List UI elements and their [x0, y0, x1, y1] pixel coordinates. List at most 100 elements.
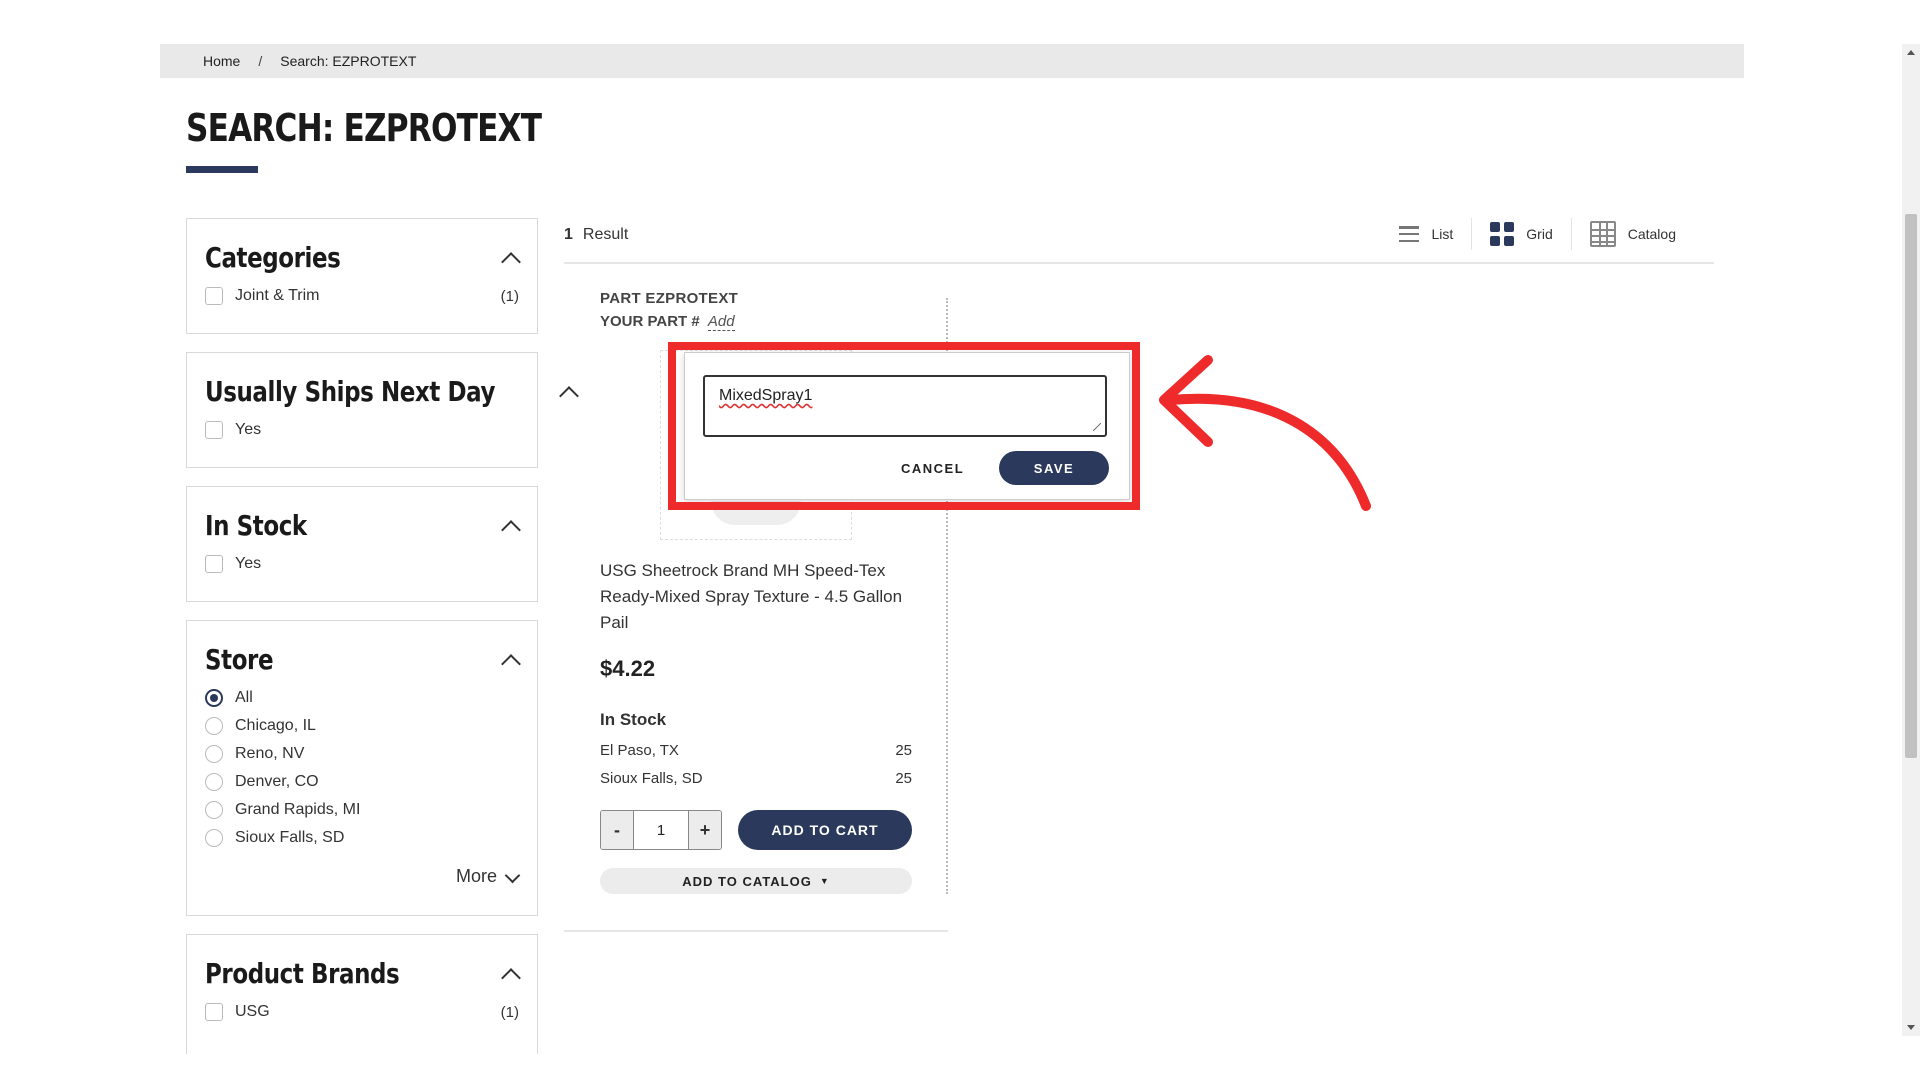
increment-button[interactable]: +	[689, 811, 721, 849]
facet-option-label: Joint & Trim	[235, 287, 320, 304]
facet-in-stock: In Stock Yes	[186, 486, 538, 602]
radio[interactable]	[205, 829, 223, 847]
stock-title: In Stock	[600, 710, 667, 729]
chevron-down-icon	[505, 870, 519, 884]
facet-instock-header[interactable]: In Stock	[187, 487, 537, 542]
view-list-button[interactable]: List	[1381, 218, 1471, 250]
scrollbar-thumb[interactable]	[1905, 214, 1917, 758]
more-label: More	[455, 866, 497, 886]
breadcrumb-home-link[interactable]: Home	[203, 53, 240, 69]
table-icon	[1589, 221, 1616, 247]
radio[interactable]	[205, 717, 223, 735]
store-option-label: Grand Rapids, MI	[235, 801, 361, 818]
vertical-scrollbar[interactable]	[1902, 44, 1920, 1036]
your-part-number: YOUR PART # Add	[600, 313, 912, 331]
list-icon	[1399, 226, 1420, 242]
facet-categories: Categories Joint & Trim (1)	[186, 218, 538, 334]
breadcrumb: Home / Search: EZPROTEXT	[160, 44, 1744, 78]
quantity-input[interactable]: 1	[633, 811, 689, 849]
facet-ships-header[interactable]: Usually Ships Next Day	[187, 353, 537, 408]
store-option-sioux-falls[interactable]: Sioux Falls, SD	[187, 824, 537, 852]
chevron-up-icon[interactable]	[501, 249, 519, 267]
facet-ships-title: Usually Ships Next Day	[205, 375, 496, 408]
add-to-catalog-button[interactable]: ADD TO CATALOG ▼	[600, 868, 912, 894]
grid-icon	[1490, 222, 1515, 246]
facet-store: Store All Chicago, IL Reno, NV Denver, C…	[186, 620, 538, 916]
scroll-down-icon[interactable]	[1907, 1025, 1915, 1030]
facet-option-label: Yes	[235, 421, 262, 438]
facet-ships-next-day: Usually Ships Next Day Yes	[186, 352, 538, 468]
scroll-up-icon[interactable]	[1907, 50, 1915, 55]
results-count-number: 1	[564, 226, 573, 243]
store-option-label: Denver, CO	[235, 773, 319, 790]
stock-location: Sioux Falls, SD	[600, 770, 703, 787]
view-catalog-label: Catalog	[1627, 226, 1676, 242]
store-option-all[interactable]: All	[187, 684, 537, 712]
view-list-label: List	[1431, 226, 1454, 242]
chevron-up-icon[interactable]	[501, 965, 519, 983]
part-number-textarea[interactable]: MixedSpray1	[703, 375, 1107, 437]
store-option-label: Sioux Falls, SD	[235, 829, 345, 846]
facet-brands-header[interactable]: Product Brands	[187, 935, 537, 990]
chevron-up-icon[interactable]	[501, 651, 519, 669]
annotation-arrow-icon	[1159, 355, 1371, 511]
decrement-button[interactable]: -	[601, 811, 633, 849]
your-part-label: YOUR PART #	[600, 313, 700, 330]
stock-qty: 25	[895, 742, 912, 759]
store-option-reno[interactable]: Reno, NV	[187, 740, 537, 768]
view-grid-label: Grid	[1526, 226, 1553, 242]
part-number-popover: MixedSpray1 CANCEL SAVE	[684, 352, 1130, 500]
breadcrumb-separator: /	[258, 53, 263, 69]
add-to-catalog-label: ADD TO CATALOG	[682, 873, 812, 889]
product-price: $4.22	[600, 656, 656, 681]
radio[interactable]	[205, 801, 223, 819]
resize-handle-icon[interactable]	[1093, 423, 1101, 431]
store-option-label: All	[235, 689, 253, 706]
stock-row: Sioux Falls, SD 25	[600, 770, 912, 787]
product-name[interactable]: USG Sheetrock Brand MH Speed-Tex Ready-M…	[600, 558, 912, 636]
caret-down-icon: ▼	[819, 876, 830, 886]
page-title: SEARCH: EZPROTEXT	[186, 106, 542, 150]
facet-instock-title: In Stock	[205, 509, 307, 542]
facet-option-usg[interactable]: USG (1)	[187, 998, 537, 1026]
store-option-denver[interactable]: Denver, CO	[187, 768, 537, 796]
checkbox[interactable]	[205, 287, 223, 305]
results-divider	[564, 262, 1714, 264]
facet-option-instock-yes[interactable]: Yes	[187, 550, 537, 578]
facet-store-title: Store	[205, 643, 274, 676]
facet-option-joint-trim[interactable]: Joint & Trim (1)	[187, 282, 537, 310]
store-option-label: Chicago, IL	[235, 717, 316, 734]
facet-categories-header[interactable]: Categories	[187, 219, 537, 274]
breadcrumb-current: Search: EZPROTEXT	[280, 53, 417, 69]
product-card: PART EZPROTEXT YOUR PART # Add USG Sheet…	[600, 290, 912, 894]
store-option-chicago[interactable]: Chicago, IL	[187, 712, 537, 740]
quantity-stepper: - 1 +	[600, 810, 722, 850]
store-option-grand-rapids[interactable]: Grand Rapids, MI	[187, 796, 537, 824]
checkbox[interactable]	[205, 555, 223, 573]
more-stores-button[interactable]: More	[187, 852, 537, 887]
facet-option-label: Yes	[235, 555, 262, 572]
add-to-cart-button[interactable]: ADD TO CART	[738, 810, 912, 850]
facet-brands-title: Product Brands	[205, 957, 400, 990]
view-catalog-button[interactable]: Catalog	[1570, 218, 1694, 250]
checkbox[interactable]	[205, 421, 223, 439]
save-button[interactable]: SAVE	[999, 451, 1109, 485]
facet-option-label: USG	[235, 1003, 270, 1020]
radio[interactable]	[205, 773, 223, 791]
facet-option-ships-yes[interactable]: Yes	[187, 416, 537, 444]
chevron-up-icon[interactable]	[501, 517, 519, 535]
facet-option-count: (1)	[500, 1003, 519, 1021]
your-part-add-link[interactable]: Add	[707, 313, 735, 331]
checkbox[interactable]	[205, 1003, 223, 1021]
facet-store-header[interactable]: Store	[187, 621, 537, 676]
radio-selected[interactable]	[205, 689, 223, 707]
radio[interactable]	[205, 745, 223, 763]
cancel-button[interactable]: CANCEL	[901, 461, 964, 476]
facet-option-count: (1)	[500, 287, 519, 305]
facet-product-brands: Product Brands USG (1)	[186, 934, 538, 1054]
view-switch: List Grid Catalog	[1381, 218, 1694, 250]
stock-qty: 25	[895, 770, 912, 787]
card-bottom-divider	[564, 930, 948, 932]
title-underline	[186, 166, 258, 173]
view-grid-button[interactable]: Grid	[1471, 218, 1570, 250]
